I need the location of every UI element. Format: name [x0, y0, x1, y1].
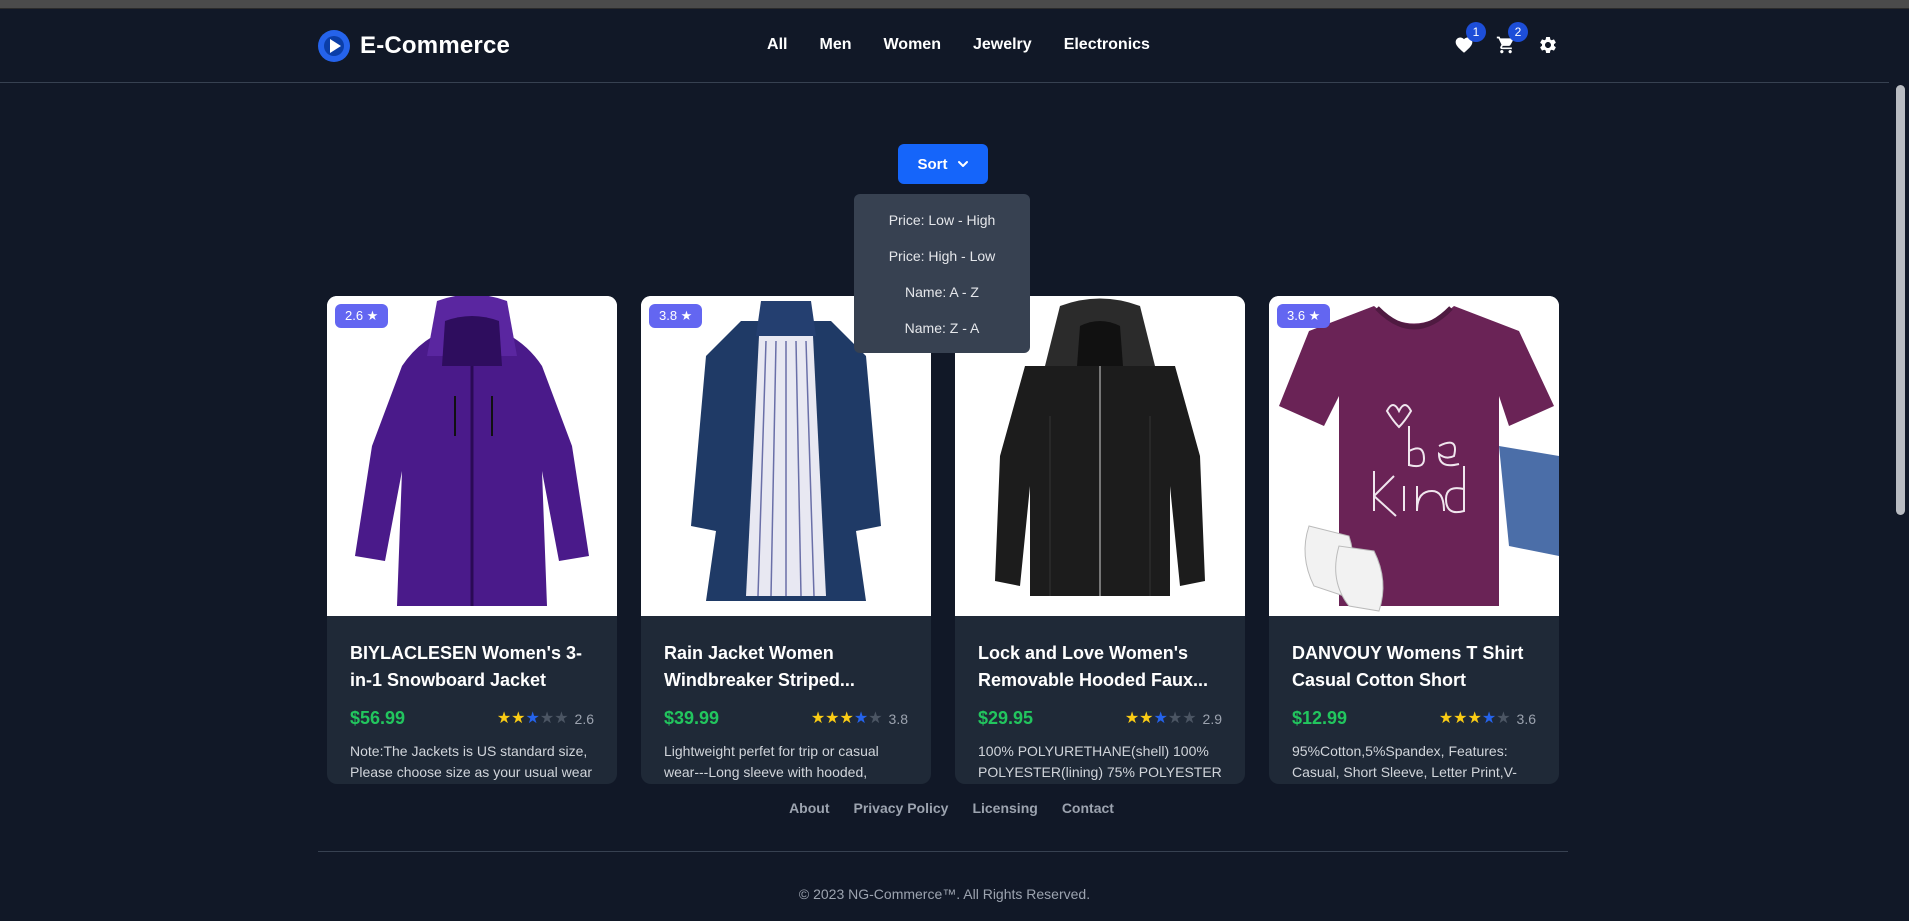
navbar: E-Commerce All Men Women Jewelry Electro… — [0, 9, 1889, 83]
browser-top-strip — [0, 0, 1909, 9]
star-rating: ★ ★ ★ ★ ★ 2.6 — [496, 709, 594, 727]
product-price: $29.95 — [978, 708, 1034, 728]
rating-value: 2.9 — [1202, 710, 1222, 727]
sort-button-label: Sort — [917, 155, 948, 173]
product-title[interactable]: DANVOUY Womens T Shirt Casual Cotton Sho… — [1292, 640, 1536, 694]
star-icon: ★ — [554, 709, 569, 727]
cart-count-badge: 2 — [1508, 22, 1528, 42]
star-icon: ★ — [1496, 709, 1511, 727]
sort-option-price-low-high[interactable]: Price: Low - High — [854, 204, 1030, 240]
star-icon: ★ — [1438, 709, 1454, 727]
nav-link-electronics[interactable]: Electronics — [1064, 36, 1150, 54]
rating-value: 2.6 — [574, 710, 594, 727]
sort-option-name-a-z[interactable]: Name: A - Z — [854, 276, 1030, 312]
nav-link-jewelry[interactable]: Jewelry — [973, 36, 1032, 54]
star-icon: ★ — [1153, 709, 1168, 727]
sort-option-name-z-a[interactable]: Name: Z - A — [854, 312, 1030, 348]
footer-link-about[interactable]: About — [789, 800, 829, 816]
footer-link-privacy-policy[interactable]: Privacy Policy — [854, 800, 949, 816]
star-icon: ★ — [825, 709, 840, 727]
star-icon: ★ — [496, 709, 512, 727]
footer-links: About Privacy Policy Licensing Contact — [0, 800, 1889, 816]
product-description: Note:The Jackets is US standard size, Pl… — [350, 743, 593, 780]
nav-link-men[interactable]: Men — [819, 36, 851, 54]
footer-link-contact[interactable]: Contact — [1062, 800, 1114, 816]
footer-link-licensing[interactable]: Licensing — [972, 800, 1037, 816]
rating-value: 3.8 — [888, 710, 908, 727]
header-icons: 1 2 — [1454, 22, 1558, 55]
star-icon: ★ — [1182, 709, 1197, 727]
purple-jacket-image — [327, 296, 617, 616]
product-card[interactable]: 2.6 ★ BIYLACLESEN Women's 3-in-1 Snowboa… — [327, 296, 617, 784]
sort-dropdown-menu: Price: Low - High Price: High - Low Name… — [854, 194, 1030, 353]
rating-badge: 2.6 ★ — [335, 304, 389, 328]
sort-button[interactable]: Sort — [898, 144, 988, 184]
scrollbar-thumb[interactable] — [1896, 85, 1905, 515]
product-card[interactable]: 3.6 ★ DANVOUY Womens T Shirt Casual Cott… — [1269, 296, 1559, 784]
product-card[interactable]: 3.8 ★ Rain Jacket Women Windbreaker Stri… — [641, 296, 931, 784]
wishlist-count-badge: 1 — [1466, 22, 1486, 42]
gear-icon — [1540, 36, 1556, 53]
settings-button[interactable] — [1538, 35, 1558, 55]
chevron-down-icon — [957, 161, 968, 167]
star-rating: ★ ★ ★ ★ ★ 3.8 — [810, 709, 908, 727]
product-image[interactable]: 3.6 ★ — [1269, 296, 1559, 616]
star-icon: ★ — [1124, 709, 1140, 727]
nav-link-all[interactable]: All — [767, 36, 787, 54]
star-icon: ★ — [525, 709, 540, 727]
be-kind-tshirt-image — [1269, 296, 1559, 616]
product-price: $39.99 — [664, 708, 720, 728]
product-description: Lightweight perfet for trip or casual we… — [664, 743, 879, 780]
nav-link-women[interactable]: Women — [883, 36, 940, 54]
rating-badge: 3.6 ★ — [1277, 304, 1331, 328]
sort-option-price-high-low[interactable]: Price: High - Low — [854, 240, 1030, 276]
product-card[interactable]: Lock and Love Women's Removable Hooded F… — [955, 296, 1245, 784]
footer-divider — [318, 851, 1568, 852]
rating-value: 3.6 — [1516, 710, 1536, 727]
scrollbar[interactable] — [1889, 9, 1909, 921]
star-icon: ★ — [1139, 709, 1154, 727]
star-icon: ★ — [810, 709, 826, 727]
star-rating: ★ ★ ★ ★ ★ 3.6 — [1438, 709, 1536, 727]
product-description: 95%Cotton,5%Spandex, Features: Casual, S… — [1292, 743, 1517, 780]
product-title[interactable]: BIYLACLESEN Women's 3-in-1 Snowboard Jac… — [350, 640, 594, 694]
star-icon: ★ — [1167, 709, 1183, 727]
star-rating: ★ ★ ★ ★ ★ 2.9 — [1124, 709, 1222, 727]
product-price: $56.99 — [350, 708, 406, 728]
product-title[interactable]: Rain Jacket Women Windbreaker Striped... — [664, 640, 908, 694]
copyright: © 2023 NG-Commerce™. All Rights Reserved… — [798, 886, 1091, 902]
product-price: $12.99 — [1292, 708, 1348, 728]
star-icon: ★ — [853, 709, 869, 727]
star-icon: ★ — [1467, 709, 1482, 727]
product-image[interactable]: 2.6 ★ — [327, 296, 617, 616]
product-description: 100% POLYURETHANE(shell) 100% POLYESTER(… — [978, 743, 1222, 780]
star-icon: ★ — [868, 709, 883, 727]
star-icon: ★ — [839, 709, 854, 727]
star-icon: ★ — [1453, 709, 1468, 727]
cart-button[interactable]: 2 — [1496, 22, 1528, 55]
star-icon: ★ — [539, 709, 555, 727]
product-title[interactable]: Lock and Love Women's Removable Hooded F… — [978, 640, 1222, 694]
category-nav: All Men Women Jewelry Electronics — [0, 36, 1889, 54]
star-icon: ★ — [511, 709, 526, 727]
wishlist-button[interactable]: 1 — [1454, 22, 1486, 55]
rating-badge: 3.8 ★ — [649, 304, 703, 328]
star-icon: ★ — [1481, 709, 1497, 727]
